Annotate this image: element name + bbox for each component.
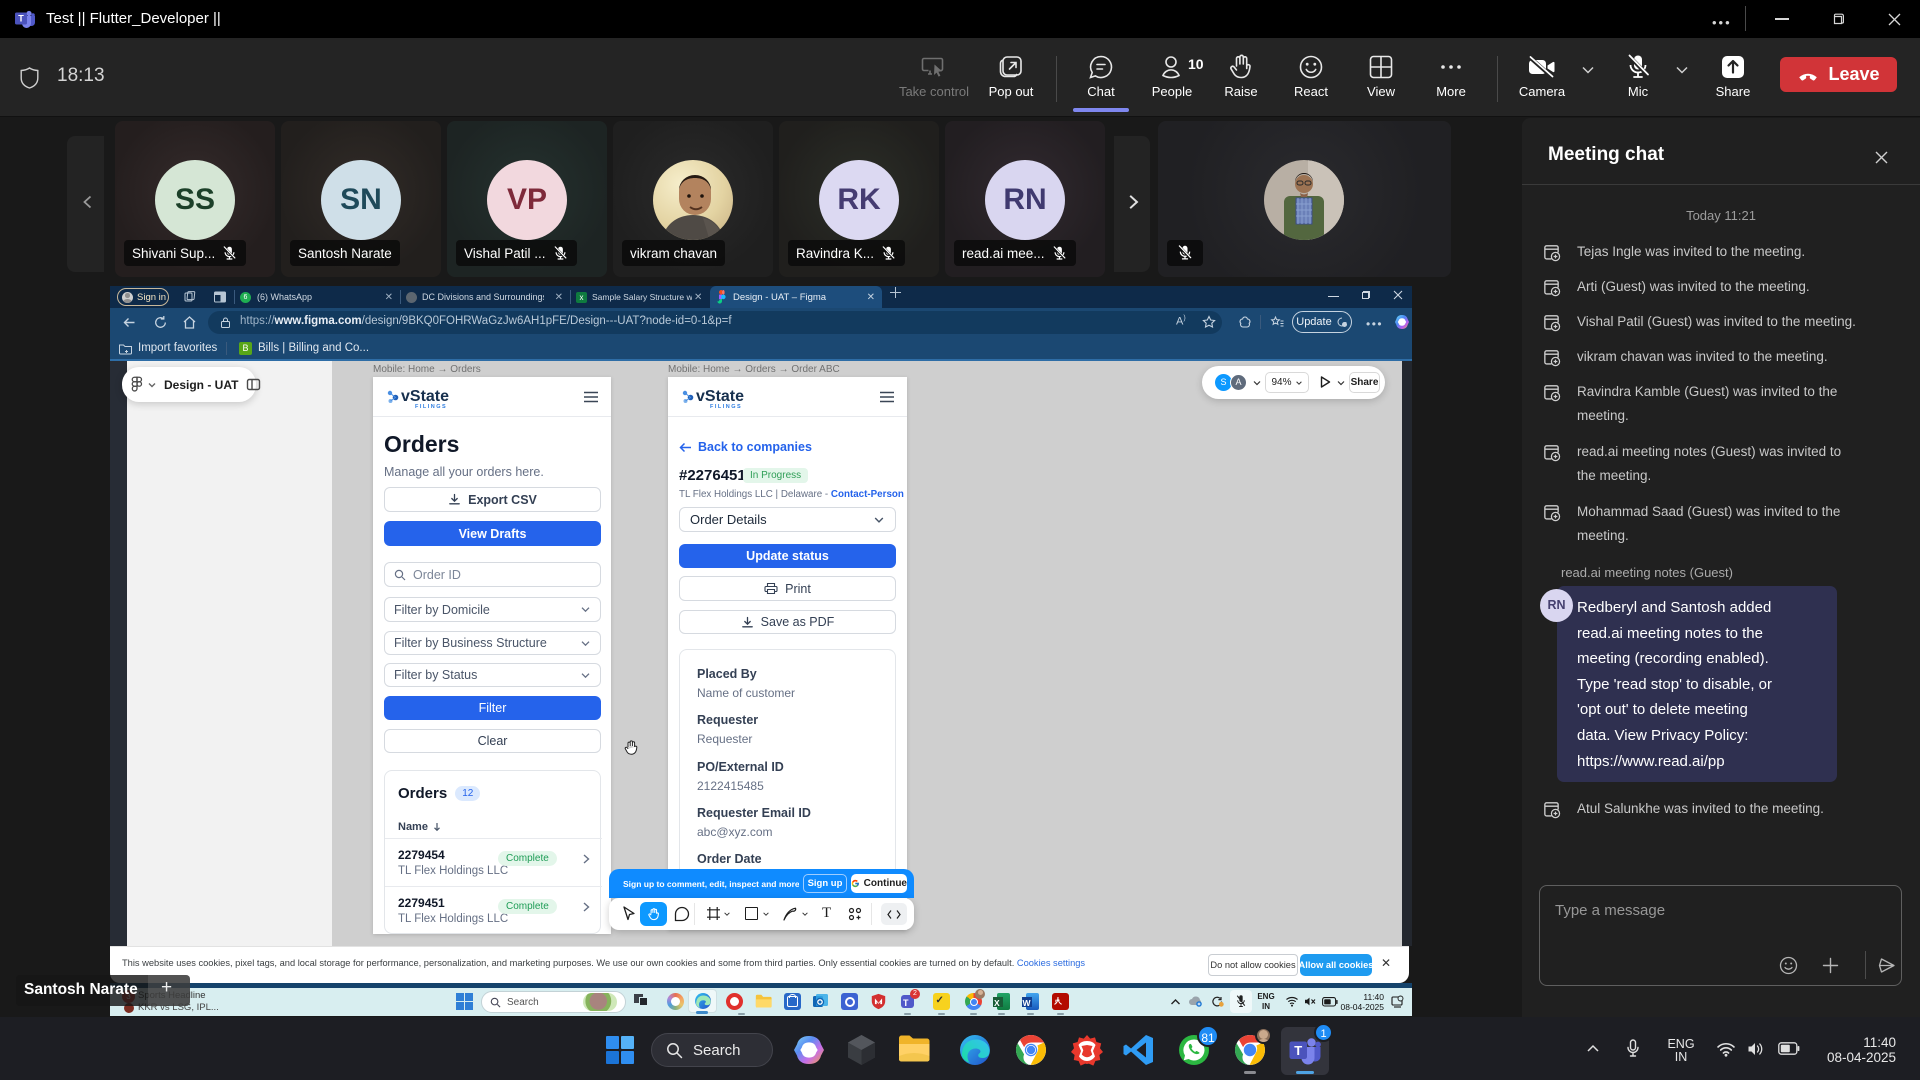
svg-text:vState: vState	[401, 388, 449, 405]
svg-text:vState: vState	[696, 388, 744, 405]
svg-text:T: T	[1294, 1043, 1302, 1058]
svg-text:FILINGS: FILINGS	[415, 404, 447, 410]
svg-text:FILINGS: FILINGS	[710, 404, 742, 410]
